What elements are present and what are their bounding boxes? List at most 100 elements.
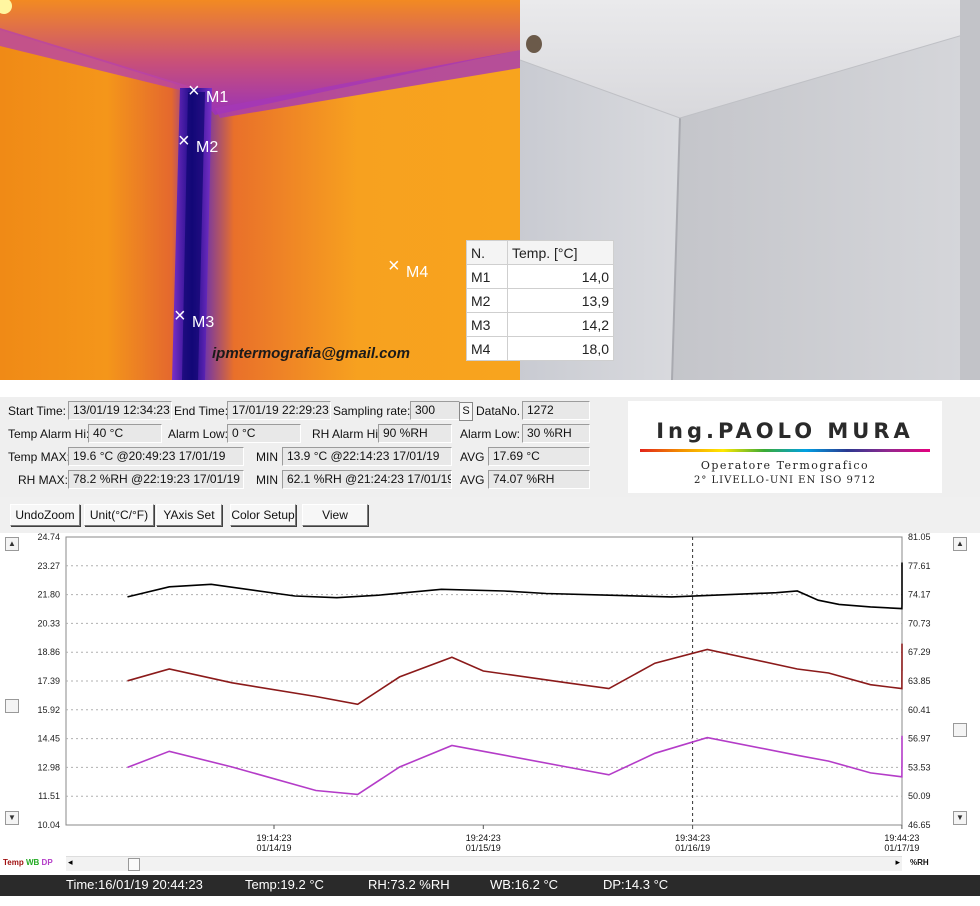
point-temp: 18,0 bbox=[507, 336, 614, 361]
point-temp: 13,9 bbox=[507, 288, 614, 313]
status-wb: WB:16.2 °C bbox=[490, 877, 559, 892]
logo-line-1: Operatore Termografico bbox=[700, 459, 870, 472]
x-tick-time: 19:24:23 bbox=[466, 833, 501, 843]
rh-alarm-hi-label: RH Alarm Hi: bbox=[312, 427, 382, 441]
y-right-tick-label: 63.85 bbox=[908, 676, 931, 686]
y-right-tick-label: 53.53 bbox=[908, 762, 931, 772]
logo-name: Ing.PAOLO MURA bbox=[656, 419, 914, 443]
y-right-tick-label: 46.65 bbox=[908, 820, 931, 830]
horizontal-scrollbar[interactable]: ◂ ▸ bbox=[66, 856, 902, 871]
y-left-tick-label: 18.86 bbox=[37, 647, 60, 657]
y-right-tick-label: 50.09 bbox=[908, 791, 931, 801]
rh-alarm-low-label: Alarm Low: bbox=[460, 427, 521, 441]
rh-avg-label: AVG bbox=[460, 473, 485, 487]
sampling-unit-button[interactable]: S bbox=[459, 402, 473, 421]
y-right-tick-label: 77.61 bbox=[908, 561, 931, 571]
color-setup-button[interactable]: Color Setup bbox=[230, 504, 296, 526]
x-tick-time: 19:44:23 bbox=[884, 833, 919, 843]
point-temp: 14,2 bbox=[507, 312, 614, 337]
x-tick-date: 01/16/19 bbox=[675, 843, 710, 853]
log-chart[interactable]: 24.74 81.05 23.27 77.61 21.80 74.17 20.33 70.73… bbox=[0, 533, 980, 856]
logo-panel: Ing.PAOLO MURA Operatore Termografico 2°… bbox=[628, 401, 942, 493]
y-left-tick-label: 20.33 bbox=[37, 618, 60, 628]
point-name: M4 bbox=[466, 336, 508, 361]
temp-max-label: Temp MAX: bbox=[8, 450, 71, 464]
y-left-tick-label: 14.45 bbox=[37, 734, 60, 744]
status-rh: RH:73.2 %RH bbox=[368, 877, 450, 892]
thermal-image: × M1 × M2 × M3 × M4 ipmtermografia@gmail.com bbox=[0, 0, 520, 380]
y-right-tick-label: 67.29 bbox=[908, 647, 931, 657]
right-scroll-middle-button[interactable] bbox=[953, 723, 967, 737]
temp-max-field: 19.6 °C @20:49:23 17/01/19 bbox=[68, 447, 244, 466]
point-name: M2 bbox=[466, 288, 508, 313]
table-row: M1 14,0 bbox=[466, 264, 614, 289]
rh-max-field: 78.2 %RH @22:19:23 17/01/19 bbox=[68, 470, 244, 489]
y-left-tick-label: 21.80 bbox=[37, 590, 60, 600]
x-tick-date: 01/17/19 bbox=[884, 843, 919, 853]
temp-min-label: MIN bbox=[256, 450, 278, 464]
temp-avg-field: 17.69 °C bbox=[488, 447, 590, 466]
x-tick-time: 19:14:23 bbox=[256, 833, 291, 843]
table-row: M2 13,9 bbox=[466, 288, 614, 313]
y-left-tick-label: 15.92 bbox=[37, 705, 60, 715]
y-left-tick-label: 11.51 bbox=[38, 791, 60, 801]
rh-alarm-low-field: 30 %RH bbox=[522, 424, 590, 443]
status-bar: Time:16/01/19 20:44:23 Temp:19.2 °C RH:7… bbox=[0, 875, 980, 896]
logo-rainbow-bar bbox=[640, 449, 930, 452]
end-time-field: 17/01/19 22:29:23 bbox=[227, 401, 331, 420]
scroll-middle-left-button[interactable] bbox=[5, 699, 19, 713]
scroll-up-button[interactable]: ▲ bbox=[5, 537, 19, 551]
column-header: Temp. [°C] bbox=[507, 240, 614, 265]
rh-unit-label: %RH bbox=[910, 858, 929, 867]
sampling-rate-label: Sampling rate: bbox=[333, 404, 411, 418]
scroll-down-button[interactable]: ▼ bbox=[5, 811, 19, 825]
y-right-tick-label: 60.41 bbox=[908, 705, 931, 715]
yaxis-set-button[interactable]: YAxis Set bbox=[156, 504, 222, 526]
table-row: M4 18,0 bbox=[466, 336, 614, 361]
right-scroll-up-button[interactable]: ▲ bbox=[953, 537, 967, 551]
x-tick-date: 01/15/19 bbox=[466, 843, 501, 853]
info-panel: Start Time: 13/01/19 12:34:23 End Time: … bbox=[0, 397, 980, 497]
y-right-tick-label: 81.05 bbox=[908, 533, 931, 542]
table-header-row: N. Temp. [°C] bbox=[466, 240, 614, 265]
scroll-right-arrow-icon[interactable]: ▸ bbox=[895, 857, 900, 868]
status-temp: Temp:19.2 °C bbox=[245, 877, 324, 892]
temp-avg-label: AVG bbox=[460, 450, 485, 464]
data-number-field: 1272 bbox=[522, 401, 590, 420]
column-header: N. bbox=[466, 240, 508, 265]
email-watermark: ipmtermografia@gmail.com bbox=[212, 345, 411, 362]
rh-alarm-hi-field: 90 %RH bbox=[378, 424, 452, 443]
view-button[interactable]: View bbox=[302, 504, 368, 526]
thermal-image-render bbox=[0, 0, 520, 380]
right-scroll-down-button[interactable]: ▼ bbox=[953, 811, 967, 825]
unit-button[interactable]: Unit(°C/°F) bbox=[84, 504, 154, 526]
temp-alarm-low-field: 0 °C bbox=[227, 424, 301, 443]
scroll-left-arrow-icon[interactable]: ◂ bbox=[68, 857, 73, 868]
point-name: M3 bbox=[466, 312, 508, 337]
undo-zoom-button[interactable]: UndoZoom bbox=[10, 504, 80, 526]
logo-line-2: 2° LIVELLO-UNI EN ISO 9712 bbox=[693, 475, 877, 486]
start-time-field: 13/01/19 12:34:23 bbox=[68, 401, 172, 420]
end-time-label: End Time: bbox=[174, 404, 229, 418]
temp-alarm-hi-label: Temp Alarm Hi: bbox=[8, 427, 90, 441]
y-right-tick-label: 70.73 bbox=[908, 618, 931, 628]
y-left-tick-label: 12.98 bbox=[37, 762, 60, 772]
y-right-tick-label: 56.97 bbox=[908, 734, 931, 744]
rh-max-label: RH MAX: bbox=[18, 473, 69, 487]
rh-avg-field: 74.07 %RH bbox=[488, 470, 590, 489]
measurement-table: N. Temp. [°C] M1 14,0 M2 13,9 M3 14,2 M4… bbox=[466, 240, 614, 361]
x-tick-date: 01/14/19 bbox=[256, 843, 291, 853]
rh-min-label: MIN bbox=[256, 473, 278, 487]
legend-wb: WB bbox=[25, 858, 40, 867]
scrollbar-thumb[interactable] bbox=[128, 858, 140, 871]
data-number-label: DataNo. bbox=[476, 404, 521, 418]
chart-area: 24.74 81.05 23.27 77.61 21.80 74.17 20.33 70.73… bbox=[0, 533, 980, 875]
y-left-tick-label: 17.39 bbox=[37, 676, 60, 686]
start-time-label: Start Time: bbox=[8, 404, 67, 418]
point-temp: 14,0 bbox=[507, 264, 614, 289]
y-left-tick-label: 10.04 bbox=[37, 820, 60, 830]
temp-min-field: 13.9 °C @22:14:23 17/01/19 bbox=[282, 447, 452, 466]
y-left-tick-label: 24.74 bbox=[37, 533, 60, 542]
x-tick-time: 19:34:23 bbox=[675, 833, 710, 843]
legend-temp: Temp bbox=[3, 858, 24, 867]
